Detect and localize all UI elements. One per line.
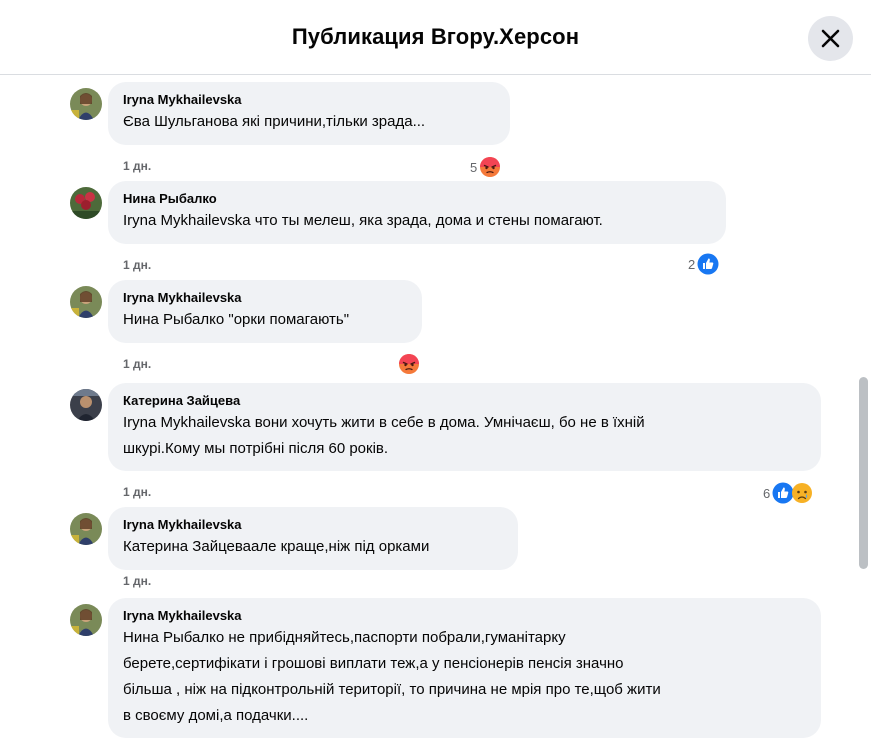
comment-text: Нина Рыбалко "орки помагають" <box>123 311 350 328</box>
comment-text: Iryna Mykhailevska что ты мелеш, яка зра… <box>123 212 603 229</box>
like-icon <box>697 253 719 275</box>
comment-text: Катерина Зайцеваале краще,ніж під орками <box>123 538 430 555</box>
close-icon <box>821 29 840 48</box>
comment-author[interactable]: Катерина Зайцева <box>123 392 806 409</box>
comment-bubble: Катерина Зайцева Iryna Mykhailevska вони… <box>108 383 821 471</box>
comment-author[interactable]: Iryna Mykhailevska <box>123 516 503 533</box>
page-title: Публикация Вгору.Херсон <box>291 24 580 49</box>
comment-time[interactable]: 1 дн. <box>123 485 151 499</box>
comment-text-line: більша , ніж на підконтрольній території… <box>123 681 661 698</box>
comment-bubble: Нина Рыбалко Iryna Mykhailevska что ты м… <box>108 181 726 244</box>
reactions-summary[interactable]: 2 <box>688 253 719 275</box>
comments-list: Iryna Mykhailevska Єва Шульганова які пр… <box>0 76 858 741</box>
avatar[interactable] <box>70 389 102 421</box>
avatar[interactable] <box>70 604 102 636</box>
comment-author[interactable]: Нина Рыбалко <box>123 190 711 207</box>
close-button[interactable] <box>808 16 853 61</box>
comment-text-line: шкурі.Кому мы потрібні після 60 років. <box>123 440 389 457</box>
avatar[interactable] <box>70 286 102 318</box>
comment-text-line: Нина Рыбалко не прибідняйтесь,паспорти п… <box>123 629 566 646</box>
reactions-summary[interactable]: 6 <box>763 482 813 504</box>
comment-author[interactable]: Iryna Mykhailevska <box>123 91 495 108</box>
comment-time[interactable]: 1 дн. <box>123 159 151 173</box>
comment-text: Нина Рыбалко не прибідняйтесь,паспорти п… <box>123 625 806 729</box>
comment-time[interactable]: 1 дн. <box>123 258 151 272</box>
comment-author[interactable]: Iryna Mykhailevska <box>123 289 407 306</box>
comment-bubble: Iryna Mykhailevska Нина Рыбалко "орки по… <box>108 280 422 343</box>
comment-text: Iryna Mykhailevska вони хочуть жити в се… <box>123 410 806 462</box>
comment-bubble: Iryna Mykhailevska Нина Рыбалко не прибі… <box>108 598 821 738</box>
comment-time[interactable]: 1 дн. <box>123 357 151 371</box>
reaction-count: 6 <box>763 485 771 501</box>
avatar[interactable] <box>70 187 102 219</box>
comment-text-line: берете,сертифікати і грошові виплати теж… <box>123 655 624 672</box>
reactions-summary[interactable] <box>398 353 420 375</box>
scrollbar-thumb[interactable] <box>859 377 868 569</box>
dialog-header: Публикация Вгору.Херсон <box>0 0 871 75</box>
comment-text-line: в своєму домі,а подачки.... <box>123 707 309 724</box>
comment-bubble: Iryna Mykhailevska Єва Шульганова які пр… <box>108 82 510 145</box>
comment-time[interactable]: 1 дн. <box>123 574 151 588</box>
sad-icon <box>792 483 813 503</box>
reactions-summary[interactable]: 5 <box>470 156 501 178</box>
comment-author[interactable]: Iryna Mykhailevska <box>123 607 806 624</box>
avatar[interactable] <box>70 513 102 545</box>
comment-text: Єва Шульганова які причини,тільки зрада.… <box>123 113 426 130</box>
reaction-count: 5 <box>470 159 478 175</box>
avatar[interactable] <box>70 88 102 120</box>
comment-text-line: Iryna Mykhailevska вони хочуть жити в се… <box>123 414 645 431</box>
reaction-count: 2 <box>688 256 696 272</box>
angry-icon <box>399 354 419 374</box>
comment-bubble: Iryna Mykhailevska Катерина Зайцеваале к… <box>108 507 518 570</box>
angry-icon <box>480 157 501 177</box>
